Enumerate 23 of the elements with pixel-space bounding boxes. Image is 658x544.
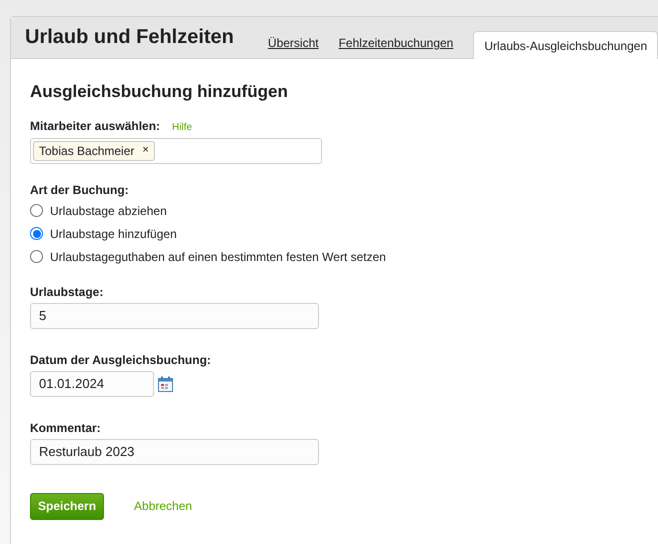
field-label: Urlaubstage: (30, 284, 104, 300)
form-title: Ausgleichsbuchung hinzufügen (30, 81, 289, 103)
field-label: Kommentar: (30, 420, 102, 436)
page-title: Urlaub und Fehlzeiten (25, 25, 234, 50)
field-label: Datum der Ausgleichsbuchung: (30, 352, 212, 368)
radio-label: Urlaubstage hinzufügen (50, 226, 177, 242)
radio-button[interactable] (30, 227, 43, 240)
comment-field[interactable]: Resturlaub 2023 (30, 438, 319, 464)
radio-button[interactable] (30, 250, 43, 263)
tab[interactable]: Übersicht (268, 34, 319, 52)
calendar-icon[interactable] (158, 376, 173, 392)
tab[interactable]: Fehlzeitenbuchungen (338, 34, 454, 52)
radio-label: Urlaubstage abziehen (50, 202, 167, 220)
date-field[interactable]: 01.01.2024 (30, 370, 154, 396)
days-field[interactable]: 5 (30, 302, 319, 328)
field-label: Mitarbeiter auswählen: (30, 118, 160, 134)
tab[interactable]: Urlaubs-Ausgleichsbuchungen (473, 31, 658, 59)
field-label: Art der Buchung: (30, 182, 130, 198)
remove-button[interactable]: × (142, 142, 149, 159)
radio-button[interactable] (30, 204, 43, 217)
employee-field[interactable]: Tobias Bachmeier × (30, 138, 322, 164)
tag-label: Tobias Bachmeier (39, 142, 134, 160)
radio-label: Urlaubstageguthaben auf einen bestimmten festen Wert setzen (50, 248, 386, 266)
